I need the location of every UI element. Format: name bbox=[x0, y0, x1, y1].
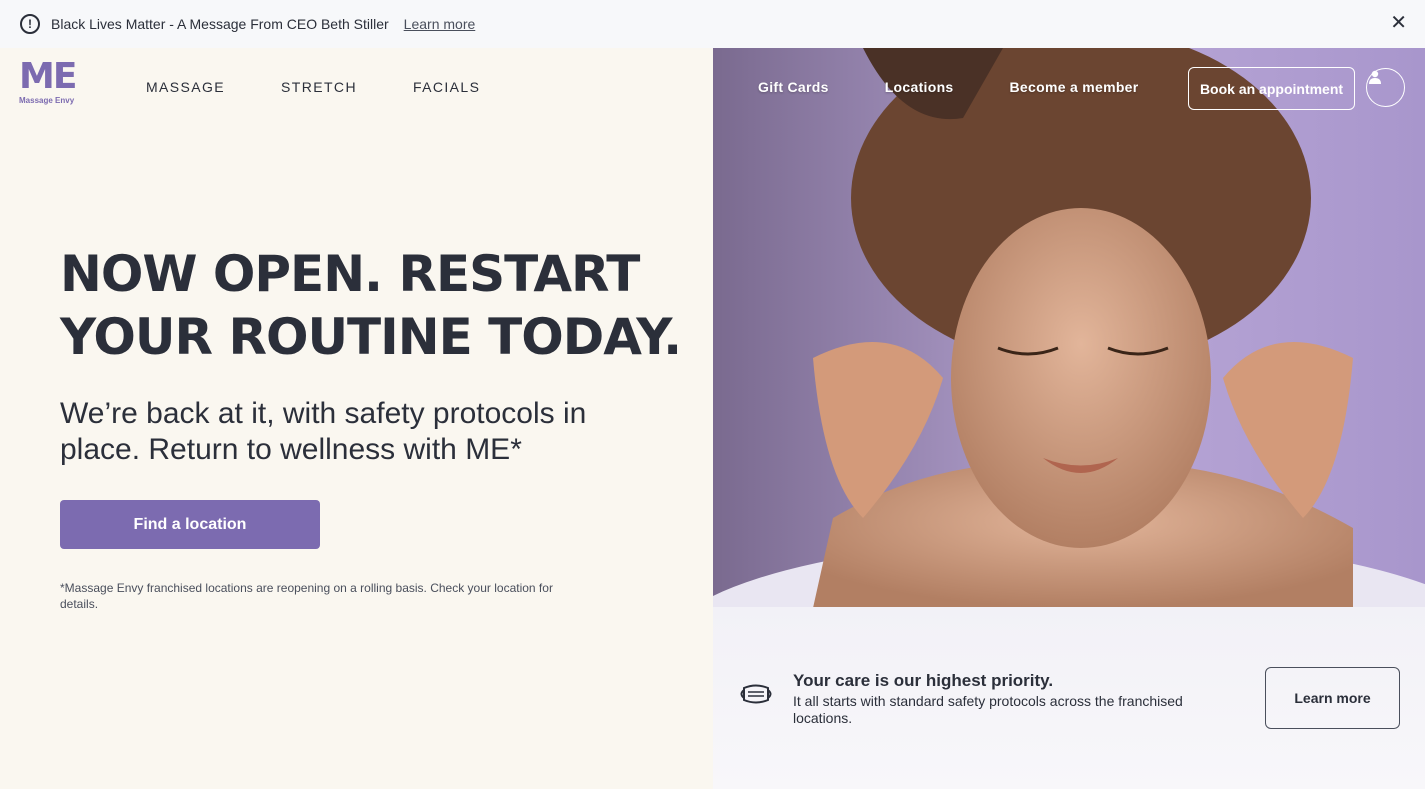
nav-gift-cards[interactable]: Gift Cards bbox=[758, 79, 829, 95]
learn-more-button[interactable]: Learn more bbox=[1265, 667, 1400, 729]
massage-envy-logo[interactable]: ME Massage Envy bbox=[19, 56, 79, 112]
announcement-text: Black Lives Matter - A Message From CEO … bbox=[51, 16, 389, 32]
user-icon bbox=[1369, 70, 1381, 84]
massage-hero-image: Gift Cards Locations Become a member Boo… bbox=[713, 48, 1425, 607]
nav-become-member[interactable]: Become a member bbox=[1010, 79, 1139, 95]
nav-massage[interactable]: MASSAGE bbox=[146, 79, 225, 95]
nav-stretch[interactable]: STRETCH bbox=[281, 79, 357, 95]
secondary-nav: Gift Cards Locations Become a member bbox=[758, 79, 1139, 95]
exclamation-circle-icon: ! bbox=[20, 14, 40, 34]
care-title: Your care is our highest priority. bbox=[793, 671, 1054, 690]
safety-care-section: Your care is our highest priority. It al… bbox=[713, 607, 1425, 789]
nav-facials[interactable]: FACIALS bbox=[413, 79, 480, 95]
nav-locations[interactable]: Locations bbox=[885, 79, 954, 95]
close-icon[interactable]: ✕ bbox=[1390, 13, 1407, 33]
hero-headline: NOW OPEN. RESTART YOUR ROUTINE TODAY. bbox=[60, 245, 682, 366]
account-button[interactable] bbox=[1366, 68, 1405, 107]
face-mask-icon bbox=[740, 684, 772, 704]
find-location-button[interactable]: Find a location bbox=[60, 500, 320, 549]
book-appointment-button[interactable]: Book an appointment bbox=[1188, 67, 1355, 110]
logo-mark: ME bbox=[19, 56, 77, 97]
announcement-learn-more-link[interactable]: Learn more bbox=[404, 16, 476, 32]
care-description: It all starts with standard safety proto… bbox=[793, 693, 1183, 726]
hero-subhead: We’re back at it, with safety protocols … bbox=[60, 397, 587, 466]
announcement-bar: ! Black Lives Matter - A Message From CE… bbox=[0, 0, 1425, 48]
primary-nav: MASSAGE STRETCH FACIALS bbox=[146, 79, 480, 95]
hero-photo-illustration bbox=[713, 48, 1425, 607]
hero-right-panel: Gift Cards Locations Become a member Boo… bbox=[713, 48, 1425, 789]
hero-footnote: *Massage Envy franchised locations are r… bbox=[60, 581, 553, 611]
hero-left-panel: ME Massage Envy MASSAGE STRETCH FACIALS … bbox=[0, 48, 713, 789]
logo-text: Massage Envy bbox=[19, 96, 75, 105]
